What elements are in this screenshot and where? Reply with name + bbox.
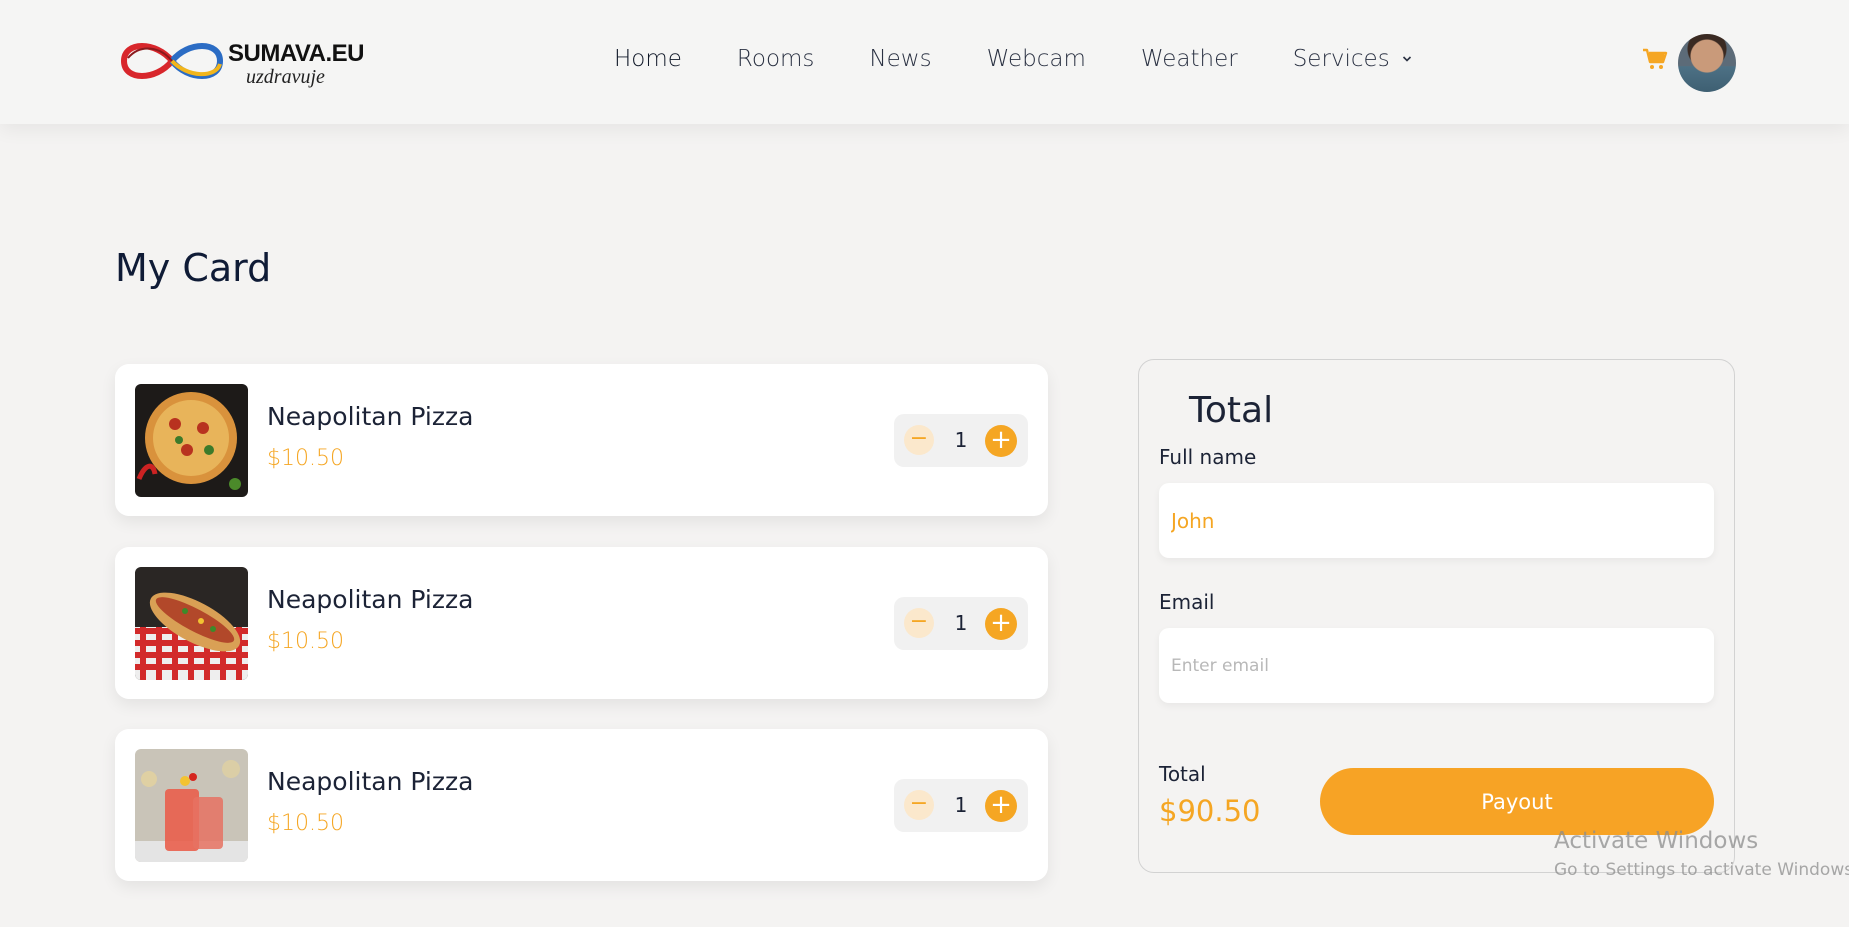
nav-webcam[interactable]: Webcam — [987, 46, 1086, 72]
logo[interactable]: SUMAVA.EU uzdravuje — [116, 36, 366, 88]
cart-item: Neapolitan Pizza $10.50 − 1 + — [115, 547, 1048, 699]
cart-icon[interactable] — [1642, 47, 1668, 71]
nav-rooms[interactable]: Rooms — [737, 46, 814, 72]
quantity-value: 1 — [954, 793, 968, 817]
pizza-image — [135, 384, 248, 497]
increase-quantity-button[interactable]: + — [985, 425, 1017, 457]
quantity-stepper: − 1 + — [894, 597, 1028, 650]
quantity-stepper: − 1 + — [894, 414, 1028, 467]
payout-button[interactable]: Payout — [1320, 768, 1714, 835]
chevron-down-icon — [1402, 56, 1411, 62]
decrease-quantity-button[interactable]: − — [904, 425, 934, 455]
nav-home[interactable]: Home — [614, 46, 682, 72]
hot-dog-image — [135, 567, 248, 680]
decrease-quantity-button[interactable]: − — [904, 790, 934, 820]
logo-subtitle: uzdravuje — [246, 66, 325, 88]
item-price: $10.50 — [267, 629, 344, 654]
total-value: $90.50 — [1159, 794, 1261, 828]
logo-text: SUMAVA.EU — [228, 40, 364, 67]
cocktail-image — [135, 749, 248, 862]
increase-quantity-button[interactable]: + — [985, 608, 1017, 640]
quantity-value: 1 — [954, 428, 968, 452]
nav-services-label: Services — [1292, 46, 1390, 72]
main-nav: Home Rooms News Webcam Weather Services — [614, 46, 1467, 72]
nav-weather[interactable]: Weather — [1141, 46, 1238, 72]
page-title: My Card — [115, 246, 272, 290]
item-price: $10.50 — [267, 446, 344, 471]
item-name: Neapolitan Pizza — [267, 585, 474, 614]
nav-services[interactable]: Services — [1293, 46, 1412, 72]
cart-item: Neapolitan Pizza $10.50 − 1 + — [115, 364, 1048, 516]
nav-news[interactable]: News — [869, 46, 931, 72]
quantity-stepper: − 1 + — [894, 779, 1028, 832]
email-input[interactable] — [1159, 628, 1714, 703]
total-label: Total — [1159, 762, 1206, 786]
infinity-logo-icon — [120, 43, 224, 79]
full-name-label: Full name — [1159, 445, 1257, 469]
activate-windows-subtitle: Go to Settings to activate Windows. — [1554, 860, 1849, 880]
cart-item: Neapolitan Pizza $10.50 − 1 + — [115, 729, 1048, 881]
full-name-input[interactable] — [1159, 483, 1714, 558]
decrease-quantity-button[interactable]: − — [904, 608, 934, 638]
item-name: Neapolitan Pizza — [267, 767, 474, 796]
user-avatar[interactable] — [1678, 34, 1736, 92]
site-header: SUMAVA.EU uzdravuje Home Rooms News Webc… — [0, 0, 1849, 124]
activate-windows-title: Activate Windows — [1554, 828, 1759, 854]
item-name: Neapolitan Pizza — [267, 402, 474, 431]
increase-quantity-button[interactable]: + — [985, 790, 1017, 822]
email-label: Email — [1159, 590, 1215, 614]
quantity-value: 1 — [954, 611, 968, 635]
item-price: $10.50 — [267, 811, 344, 836]
order-summary: Total Full name Email Total $90.50 Payou… — [1138, 359, 1735, 873]
summary-title: Total — [1189, 390, 1274, 431]
